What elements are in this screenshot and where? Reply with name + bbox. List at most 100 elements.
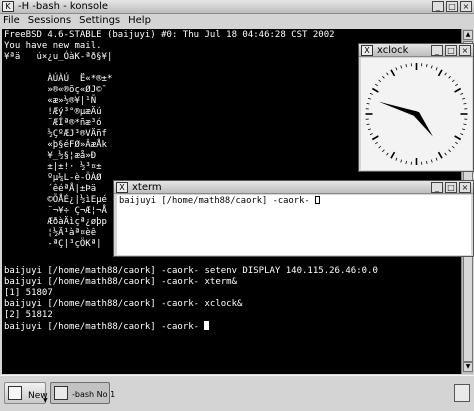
terminal-line: ¨ÆÍª®*ñæ³ó (4, 118, 102, 128)
menu-settings[interactable]: Settings (79, 14, 120, 28)
clock-minute-tick (430, 159, 433, 163)
clock-minute-tick (405, 160, 407, 164)
xterm-prompt-line: baijuyi [/home/math88/caork] -caork- (119, 196, 320, 207)
scroll-up-icon[interactable]: ▲ (463, 30, 473, 40)
minimize-icon[interactable]: _ (431, 45, 443, 56)
terminal-line: baijuyi [/home/math88/caork] -caork- set… (4, 266, 378, 276)
clock-minute-tick (386, 72, 389, 76)
xclock-titlebar[interactable]: X xclock _ □ × (359, 44, 473, 57)
new-session-icon (8, 386, 22, 400)
terminal-line: «þ§éFØ»ÂæÅk (4, 140, 107, 150)
clock-minute-tick (462, 128, 466, 131)
clock-minute-tick (386, 152, 389, 156)
clock-minute-tick (460, 92, 464, 95)
session-taskbar: New ▼ -bash No 1 (0, 375, 474, 411)
clock-face (361, 58, 472, 170)
terminal-line: ¨¬¥÷ Ç¬Æ¦¬Å (4, 206, 107, 216)
clock-hour-tick (371, 135, 379, 141)
clock-minute-tick (451, 145, 455, 149)
clock-minute-tick (378, 79, 382, 83)
terminal-line: ¥_½§¦æå»Ð (4, 151, 97, 161)
clock-minute-tick (375, 83, 378, 87)
clock-hour-tick (454, 87, 462, 93)
clock-minute-tick (382, 75, 385, 79)
clock-minute-tick (400, 65, 403, 69)
menu-help[interactable]: Help (128, 14, 151, 28)
terminal-line: ¥ªä ú×¿u_ÓàK-ªð§¥| (4, 52, 113, 62)
window-menu-icon[interactable]: K (2, 1, 14, 12)
menubar: File Sessions Settings Help (0, 14, 474, 28)
terminal-line: -ªÇ|³çÖKª| (4, 239, 102, 249)
clock-minute-tick (400, 159, 403, 163)
terminal-cursor (204, 321, 210, 330)
terminal-line: ÆðàÄìçª¿øþp (4, 217, 107, 227)
clock-minute-tick (430, 65, 433, 69)
clock-minute-tick (448, 75, 451, 79)
clock-hour-tick (437, 69, 443, 77)
new-session-button[interactable]: New ▼ (4, 382, 48, 404)
clock-minute-tick (366, 103, 370, 105)
xterm-title: xterm (132, 182, 162, 193)
clock-minute-tick (462, 97, 466, 100)
terminal-line: FreeBSD 4.6-STABLE (baijuyi) #0: Thu Jul… (4, 30, 335, 40)
terminal-line: !Æý³°®µæÄú (4, 107, 102, 117)
clock-minute-tick (367, 97, 371, 100)
session-tab-label: -bash No 1 (72, 390, 116, 399)
xclock-title: xclock (377, 45, 409, 56)
clock-minute-tick (369, 92, 373, 95)
clock-minute-tick (395, 67, 398, 71)
clock-minute-tick (378, 145, 382, 149)
minimize-icon[interactable]: _ (432, 1, 444, 12)
clock-minute-tick (435, 157, 438, 161)
xterm-cursor (314, 196, 320, 204)
clock-minute-tick (448, 149, 451, 153)
menu-sessions[interactable]: Sessions (28, 14, 71, 28)
terminal-line: ½ÇºÆJ³®VÄñf (4, 129, 107, 139)
konsole-titlebar[interactable]: K -H -bash - konsole _ □ × (0, 0, 474, 14)
clock-hour-tick (437, 151, 443, 159)
session-tab-bash[interactable]: -bash No 1 (50, 382, 115, 404)
analog-clock (365, 63, 468, 165)
terminal-line: [2] 51812 (4, 310, 53, 320)
xclock-window: X xclock _ □ × (358, 43, 474, 172)
clock-minute-tick (366, 123, 370, 125)
clock-minute-tick (463, 103, 467, 105)
maximize-icon[interactable]: □ (445, 45, 457, 56)
close-icon[interactable]: × (459, 45, 471, 56)
clock-minute-tick (444, 152, 447, 156)
terminal-line: baijuyi [/home/math88/caork] -caork- xte… (4, 277, 237, 287)
clock-minute-tick (395, 157, 398, 161)
menu-file[interactable]: File (3, 14, 20, 28)
terminal-line: ´êéªÅ|±Þä (4, 184, 97, 194)
chevron-down-icon[interactable]: ▼ (43, 397, 48, 404)
maximize-icon[interactable]: □ (446, 1, 458, 12)
window-menu-icon[interactable]: X (116, 182, 128, 193)
minimize-icon[interactable]: _ (431, 182, 443, 193)
prompt-line: baijuyi [/home/math88/caork] -caork- (4, 321, 210, 333)
terminal-line: »®«®õç«ØJ©¯ (4, 85, 107, 95)
clock-minute-tick (455, 141, 458, 145)
taskbar-menu-icon[interactable] (454, 384, 470, 402)
clock-minute-tick (382, 149, 385, 153)
xterm-terminal[interactable]: baijuyi [/home/math88/caork] -caork- (117, 195, 471, 255)
clock-minute-tick (444, 72, 447, 76)
close-icon[interactable]: × (460, 1, 472, 12)
clock-minute-tick (369, 133, 373, 136)
terminal-line: ÀÚÀÚ Ë«*®±* (4, 74, 113, 84)
konsole-title: -H -bash - konsole (18, 1, 109, 12)
clock-minute-tick (375, 141, 378, 145)
terminal-line: ¦½Ä¹àª¤èê (4, 228, 97, 238)
maximize-icon[interactable]: □ (445, 182, 457, 193)
scroll-down-icon[interactable]: ▼ (463, 362, 473, 372)
minute-hand (378, 101, 421, 117)
clock-minute-tick (435, 67, 438, 71)
terminal-line: [1] 51807 (4, 288, 53, 298)
xterm-titlebar[interactable]: X xterm _ □ × (114, 181, 473, 194)
terminal-line: You have new mail. (4, 41, 102, 51)
clock-minute-tick (460, 133, 464, 136)
clock-minute-tick (451, 79, 455, 83)
xterm-prompt-text: baijuyi [/home/math88/caork] -caork- (119, 196, 315, 206)
clock-hour-tick (390, 69, 396, 77)
window-menu-icon[interactable]: X (361, 45, 373, 56)
close-icon[interactable]: × (459, 182, 471, 193)
